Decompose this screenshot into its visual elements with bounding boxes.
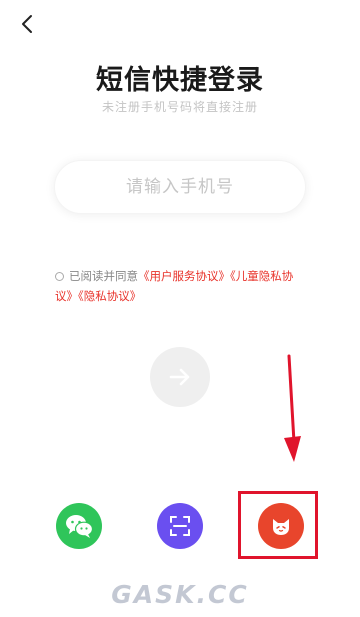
agreement-radio[interactable]	[55, 272, 64, 281]
red-arrow-down-icon	[284, 354, 301, 462]
back-button[interactable]	[16, 12, 40, 36]
highlight-box	[238, 491, 318, 559]
agreement: 已阅读并同意《用户服务协议》《儿童隐私协议》《隐私协议》	[55, 266, 305, 306]
phone-field[interactable]	[54, 160, 306, 214]
wechat-icon	[66, 515, 94, 538]
page-title: 短信快捷登录	[96, 65, 264, 96]
user-service-agreement-link[interactable]: 《用户服务协议》	[138, 269, 230, 283]
privacy-agreement-link[interactable]: 《隐私协议》	[78, 289, 141, 303]
scan-icon	[170, 516, 190, 536]
scan-login-button[interactable]	[157, 503, 203, 549]
page-subtitle: 未注册手机号码将直接注册	[101, 100, 258, 114]
watermark: GASK.CC	[111, 580, 249, 609]
arrow-right-icon	[169, 368, 190, 386]
submit-button[interactable]	[150, 347, 210, 407]
phone-input[interactable]	[55, 161, 305, 213]
wechat-login-button[interactable]	[56, 503, 102, 549]
agreement-prefix: 已阅读并同意	[69, 269, 138, 283]
chevron-left-icon	[22, 15, 32, 33]
